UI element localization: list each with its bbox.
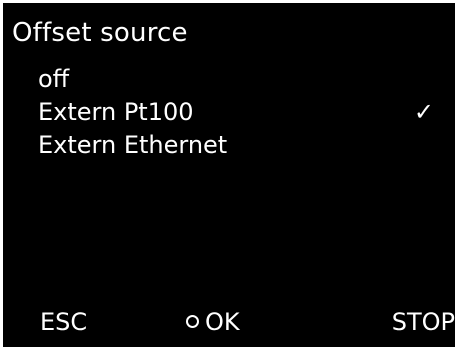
menu-item-off[interactable]: off bbox=[38, 63, 448, 96]
ok-label: OK bbox=[205, 308, 240, 336]
screen-title: Offset source bbox=[12, 18, 188, 48]
menu-item-label: Extern Pt100 bbox=[38, 98, 194, 126]
softkey-bar: ESC OK STOP bbox=[3, 305, 455, 339]
menu-item-label: off bbox=[38, 65, 70, 93]
device-screen: Offset source off Extern Pt100 ✓ Extern … bbox=[3, 3, 455, 347]
menu-item-extern-ethernet[interactable]: Extern Ethernet bbox=[38, 129, 448, 162]
ok-softkey[interactable]: OK bbox=[186, 305, 240, 339]
checkmark-icon: ✓ bbox=[413, 98, 434, 126]
menu-item-label: Extern Ethernet bbox=[38, 131, 228, 159]
menu-item-extern-pt100[interactable]: Extern Pt100 ✓ bbox=[38, 96, 448, 129]
offset-source-menu: off Extern Pt100 ✓ Extern Ethernet bbox=[38, 63, 448, 162]
stop-softkey[interactable]: STOP bbox=[392, 305, 455, 339]
stop-label: STOP bbox=[391, 308, 455, 336]
esc-label: ESC bbox=[40, 308, 88, 336]
esc-softkey[interactable]: ESC bbox=[40, 305, 87, 339]
circle-icon bbox=[186, 314, 199, 328]
